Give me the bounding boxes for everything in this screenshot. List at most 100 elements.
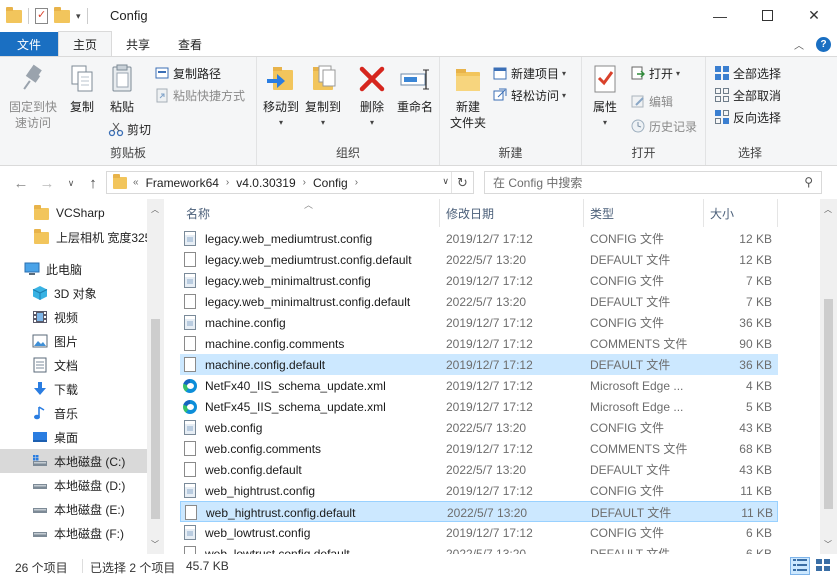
nav-pane-scroll-thumb[interactable] [151, 319, 160, 519]
file-name-cell: machine.config [182, 312, 436, 333]
new-folder-icon[interactable] [54, 6, 70, 23]
nav-item-vcsharp[interactable]: VCSharp [0, 201, 147, 225]
address-bar[interactable]: « Framework64 › v4.0.30319 › Config › ∨ … [106, 171, 474, 194]
properties-button[interactable]: 属性 ▾ [588, 63, 622, 131]
file-list-scroll-thumb[interactable] [824, 299, 833, 509]
large-icons-view-button[interactable] [813, 557, 833, 575]
file-row[interactable]: web.config 2022/5/7 13:20 CONFIG 文件 43 KB [180, 417, 778, 438]
nav-item-desktop[interactable]: 桌面 [0, 425, 147, 449]
file-row[interactable]: web_lowtrust.config.default 2022/5/7 13:2… [180, 543, 778, 554]
minimize-button[interactable]: — [697, 0, 743, 31]
file-row[interactable]: machine.config 2019/12/7 17:12 CONFIG 文件 36… [180, 312, 778, 333]
nav-item-downloads[interactable]: 下载 [0, 377, 147, 401]
select-all-button[interactable]: 全部选择 [714, 63, 781, 83]
nav-item-documents[interactable]: 文档 [0, 353, 147, 377]
nav-item-3d-objects[interactable]: 3D 对象 [0, 281, 147, 305]
maximize-button[interactable] [744, 0, 790, 31]
crumb-framework64[interactable]: Framework64 [146, 176, 219, 190]
nav-pane-scrollbar[interactable]: ︿ ﹀ [147, 199, 164, 554]
file-row[interactable]: machine.config.default 2019/12/7 17:12 DEF… [180, 354, 778, 375]
tab-share[interactable]: 共享 [112, 32, 164, 56]
copy-path-button[interactable]: 复制路径 [154, 63, 221, 83]
column-size[interactable]: 大小 [704, 199, 778, 227]
address-dropdown-icon[interactable]: ∨ [442, 176, 449, 187]
file-row[interactable]: web_hightrust.config 2019/12/7 17:12 CONFI… [180, 480, 778, 501]
history-button[interactable]: 历史记录 [630, 116, 697, 136]
pin-icon [17, 63, 49, 95]
recent-locations-button[interactable]: ∨ [64, 173, 78, 193]
delete-button[interactable]: 删除 ▾ [355, 63, 389, 131]
nav-item-music[interactable]: 音乐 [0, 401, 147, 425]
nav-item-drive-c[interactable]: 本地磁盘 (C:) [0, 449, 147, 473]
nav-item-drive-f[interactable]: 本地磁盘 (F:) [0, 521, 147, 545]
copy-button[interactable]: 复制 [64, 63, 100, 115]
crumb-config[interactable]: Config [313, 176, 348, 190]
cut-button[interactable]: 剪切 [108, 119, 151, 139]
pin-quick-access-button[interactable]: 固定到快 速访问 [6, 63, 60, 131]
file-size: 12 KB [739, 252, 772, 267]
tab-home[interactable]: 主页 [58, 31, 113, 56]
easy-access-button[interactable]: 轻松访问 ▾ [492, 85, 566, 105]
new-folder-button[interactable]: 新建 文件夹 [446, 63, 490, 131]
nav-item-camera-folder[interactable]: 上层相机 宽度325 [0, 225, 147, 249]
file-row[interactable]: legacy.web_mediumtrust.config.default 202… [180, 249, 778, 270]
rename-button[interactable]: 重命名 [393, 63, 437, 115]
column-date[interactable]: 修改日期 [440, 199, 584, 227]
select-group-label: 选择 [737, 146, 762, 160]
refresh-button[interactable]: ↻ [451, 172, 473, 193]
scroll-down-icon[interactable]: ﹀ [820, 539, 836, 550]
file-row[interactable]: web_hightrust.config.default 2022/5/7 13:… [180, 501, 778, 522]
column-type[interactable]: 类型 [584, 199, 704, 227]
scroll-up-icon[interactable]: ︿ [147, 204, 163, 215]
paste-shortcut-button[interactable]: 粘贴快捷方式 [154, 85, 245, 105]
file-row[interactable]: machine.config.comments 2019/12/7 17:12 CO… [180, 333, 778, 354]
column-header: ︿ 名称 修改日期 类型 大小 [164, 199, 820, 227]
file-size: 4 KB [745, 378, 772, 393]
close-button[interactable]: ✕ [791, 0, 837, 31]
column-name[interactable]: 名称 [180, 199, 440, 227]
copy-to-button[interactable]: 复制到 ▾ [303, 63, 343, 131]
tab-file[interactable]: 文件 [0, 32, 58, 56]
overflow-crumb[interactable]: « [133, 177, 139, 188]
back-button[interactable]: ← [12, 173, 30, 193]
select-none-button[interactable]: 全部取消 [714, 85, 781, 105]
file-row[interactable]: NetFx45_IIS_schema_update.xml 2019/12/7 1… [180, 396, 778, 417]
nav-item-videos[interactable]: 视频 [0, 305, 147, 329]
chevron-right-icon[interactable]: › [355, 177, 358, 188]
nav-item-this-pc[interactable]: 此电脑 [0, 257, 147, 281]
move-to-button[interactable]: 移动到 ▾ [261, 63, 301, 131]
up-button[interactable]: ↑ [84, 173, 102, 193]
file-row[interactable]: legacy.web_mediumtrust.config 2019/12/7 1… [180, 228, 778, 249]
chevron-right-icon[interactable]: › [303, 177, 306, 188]
search-box[interactable]: 在 Config 中搜索 ⚲ [484, 171, 822, 194]
file-row[interactable]: legacy.web_minimaltrust.config.default 20… [180, 291, 778, 312]
scroll-up-icon[interactable]: ︿ [820, 204, 836, 215]
file-row[interactable]: web.config.comments 2019/12/7 17:12 COMMEN… [180, 438, 778, 459]
new-item-button[interactable]: 新建项目 ▾ [492, 63, 566, 83]
file-row[interactable]: legacy.web_minimaltrust.config 2019/12/7 … [180, 270, 778, 291]
invert-selection-button[interactable]: 反向选择 [714, 107, 781, 127]
file-size: 43 KB [739, 420, 772, 435]
paste-button[interactable]: 粘贴 [104, 63, 140, 115]
nav-item-drive-d[interactable]: 本地磁盘 (D:) [0, 473, 147, 497]
crumb-version[interactable]: v4.0.30319 [236, 176, 295, 190]
customize-qat-dropdown[interactable]: ▾ [76, 11, 81, 22]
tab-view[interactable]: 查看 [164, 32, 216, 56]
search-icon[interactable]: ⚲ [804, 175, 813, 189]
details-view-button[interactable] [790, 557, 810, 575]
open-button[interactable]: 打开 ▾ [630, 63, 680, 83]
scroll-down-icon[interactable]: ﹀ [147, 539, 163, 550]
forward-button[interactable]: → [38, 173, 56, 193]
properties-icon[interactable] [35, 8, 48, 24]
file-row[interactable]: NetFx40_IIS_schema_update.xml 2019/12/7 1… [180, 375, 778, 396]
file-row[interactable]: web.config.default 2022/5/7 13:20 DEFAULT … [180, 459, 778, 480]
nav-item-drive-e[interactable]: 本地磁盘 (E:) [0, 497, 147, 521]
file-type: COMMENTS 文件 [590, 442, 688, 456]
file-row[interactable]: web_lowtrust.config 2019/12/7 17:12 CONFIG… [180, 522, 778, 543]
chevron-right-icon[interactable]: › [226, 177, 229, 188]
nav-item-pictures[interactable]: 图片 [0, 329, 147, 353]
help-icon[interactable]: ? [816, 36, 831, 52]
file-list-scrollbar[interactable]: ︿ ﹀ [820, 199, 837, 554]
edit-button[interactable]: 编辑 [630, 91, 673, 111]
collapse-ribbon-icon[interactable]: ︿ [794, 37, 804, 52]
